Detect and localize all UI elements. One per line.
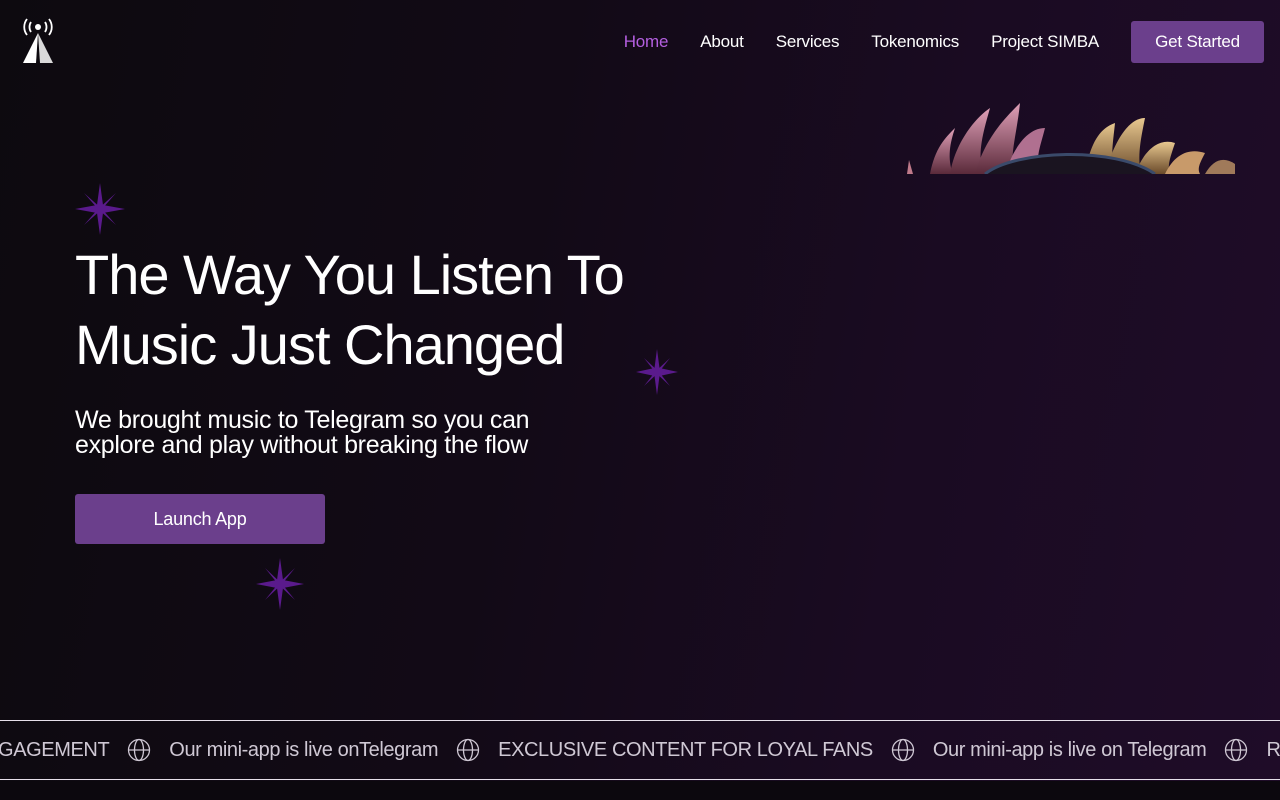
ticker-track: NGAGEMENT Our mini-app is live onTelegra… — [0, 721, 1280, 779]
top-navigation: Home About Services Tokenomics Project S… — [0, 0, 1280, 84]
hero-subtitle-line-1: We brought music to Telegram so you can — [75, 406, 530, 434]
ticker-item: NGAGEMENT — [0, 738, 110, 761]
nav-home-link[interactable]: Home — [624, 32, 669, 52]
ticker-item: Our mini-app is live on Telegram — [932, 738, 1207, 761]
globe-icon — [1225, 738, 1248, 762]
launch-app-button[interactable]: Launch App — [75, 494, 325, 544]
hero-title: The Way You Listen To Music Just Changed — [75, 240, 695, 380]
get-started-button[interactable]: Get Started — [1131, 21, 1264, 63]
sparkle-decoration-icon — [75, 183, 125, 235]
globe-icon — [128, 738, 151, 762]
ticker-item: Our mini-app is live onTelegram — [169, 738, 439, 761]
broadcast-tower-icon[interactable] — [20, 18, 56, 66]
announcement-ticker: NGAGEMENT Our mini-app is live onTelegra… — [0, 720, 1280, 780]
nav-tokenomics-link[interactable]: Tokenomics — [871, 32, 959, 52]
globe-icon — [891, 738, 914, 762]
ticker-item: REVO — [1266, 738, 1280, 761]
hero-subtitle-line-2: explore and play without breaking the fl… — [75, 431, 528, 459]
hero-title-line-2: Music Just Changed — [75, 313, 565, 376]
ticker-item: EXCLUSIVE CONTENT FOR LOYAL FANS — [498, 738, 873, 761]
next-section-edge — [0, 781, 1280, 800]
hero-subtitle: We brought music to Telegram so you can … — [75, 408, 595, 458]
globe-icon — [456, 738, 480, 762]
nav-about-link[interactable]: About — [700, 32, 744, 52]
hero-title-line-1: The Way You Listen To — [75, 243, 625, 306]
sparkle-decoration-icon — [256, 558, 304, 610]
nav-links: Home About Services Tokenomics Project S… — [592, 0, 1099, 84]
nav-services-link[interactable]: Services — [776, 32, 840, 52]
hero-artwork-image — [907, 103, 1235, 174]
nav-project-simba-link[interactable]: Project SIMBA — [991, 32, 1099, 52]
